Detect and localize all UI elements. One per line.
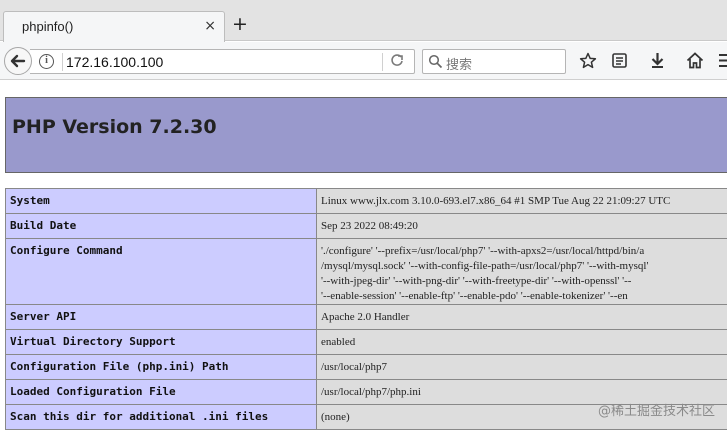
row-key: Virtual Directory Support [5,329,317,355]
value-line: Apache 2.0 Handler [321,311,410,323]
divider [382,53,383,71]
back-arrow-icon [10,54,26,68]
row-key: Configure Command [5,238,317,305]
value-line: enabled [321,336,356,348]
value-line: './configure' '--prefix=/usr/local/php7'… [321,245,645,257]
row-value: enabled [316,329,727,355]
row-value: Apache 2.0 Handler [316,304,727,330]
row-key: System [5,188,317,214]
info-icon[interactable]: i [39,54,54,69]
reload-icon[interactable] [390,53,404,71]
table-row: System Linux www.jlx.com 3.10.0-693.el7.x… [5,188,727,214]
row-value: './configure' '--prefix=/usr/local/php7'… [316,238,727,305]
row-value: Sep 23 2022 08:49:20 [316,213,727,239]
table-row: Configure Command './configure' '--prefix… [5,238,727,305]
table-row: Configuration File (php.ini) Path/usr/lo… [5,354,727,380]
table-row: Virtual Directory Support enabled [5,329,727,355]
search-placeholder: 搜索 [446,58,473,73]
search-icon [428,54,443,73]
row-key: Server API [5,304,317,330]
value-line: '--enable-session' '--enable-ftp' '--ena… [321,290,628,302]
divider [62,53,63,71]
search-input[interactable]: 搜索 [422,49,566,74]
phpinfo-table: System Linux www.jlx.com 3.10.0-693.el7.x… [5,188,727,430]
home-icon[interactable] [686,52,704,73]
row-value: Linux www.jlx.com 3.10.0-693.el7.x86_64 … [316,188,727,214]
menu-icon[interactable] [718,52,727,73]
reading-list-icon[interactable] [611,52,628,73]
row-key: Loaded Configuration File [5,379,317,405]
watermark: @稀土掘金技术社区 [597,404,715,419]
page-content: PHP Version 7.2.30 System Linux www.jlx.c… [0,81,727,435]
value-line: /usr/local/php7/php.ini [321,386,421,398]
navigation-toolbar: i 172.16.100.100 搜索 [0,42,727,80]
page-title: PHP Version 7.2.30 [12,116,217,138]
new-tab-button[interactable]: + [232,13,248,35]
url-text[interactable]: 172.16.100.100 [66,54,163,70]
row-key: Configuration File (php.ini) Path [5,354,317,380]
tab-close-icon[interactable]: × [204,18,216,34]
value-line: Linux www.jlx.com 3.10.0-693.el7.x86_64 … [321,195,671,207]
tab-strip: phpinfo() × + [0,0,727,42]
row-value: /usr/local/php7 [316,354,727,380]
value-line: /mysql/mysql.sock' '--with-config-file-p… [321,260,649,272]
row-key: Scan this dir for additional .ini files [5,404,317,430]
value-line: '--with-jpeg-dir' '--with-png-dir' '--wi… [321,275,632,287]
tab-title: phpinfo() [22,19,74,34]
value-line: Sep 23 2022 08:49:20 [321,220,418,232]
back-button[interactable] [4,47,32,75]
table-row: Server API Apache 2.0 Handler [5,304,727,330]
php-version-header: PHP Version 7.2.30 [5,97,727,173]
row-key: Build Date [5,213,317,239]
download-icon[interactable] [649,52,666,73]
value-line: /usr/local/php7 [321,361,387,373]
table-row: Build Date Sep 23 2022 08:49:20 [5,213,727,239]
address-bar[interactable]: i 172.16.100.100 [30,49,415,74]
tab-phpinfo[interactable]: phpinfo() × [3,11,225,42]
bookmark-star-icon[interactable] [579,52,597,74]
